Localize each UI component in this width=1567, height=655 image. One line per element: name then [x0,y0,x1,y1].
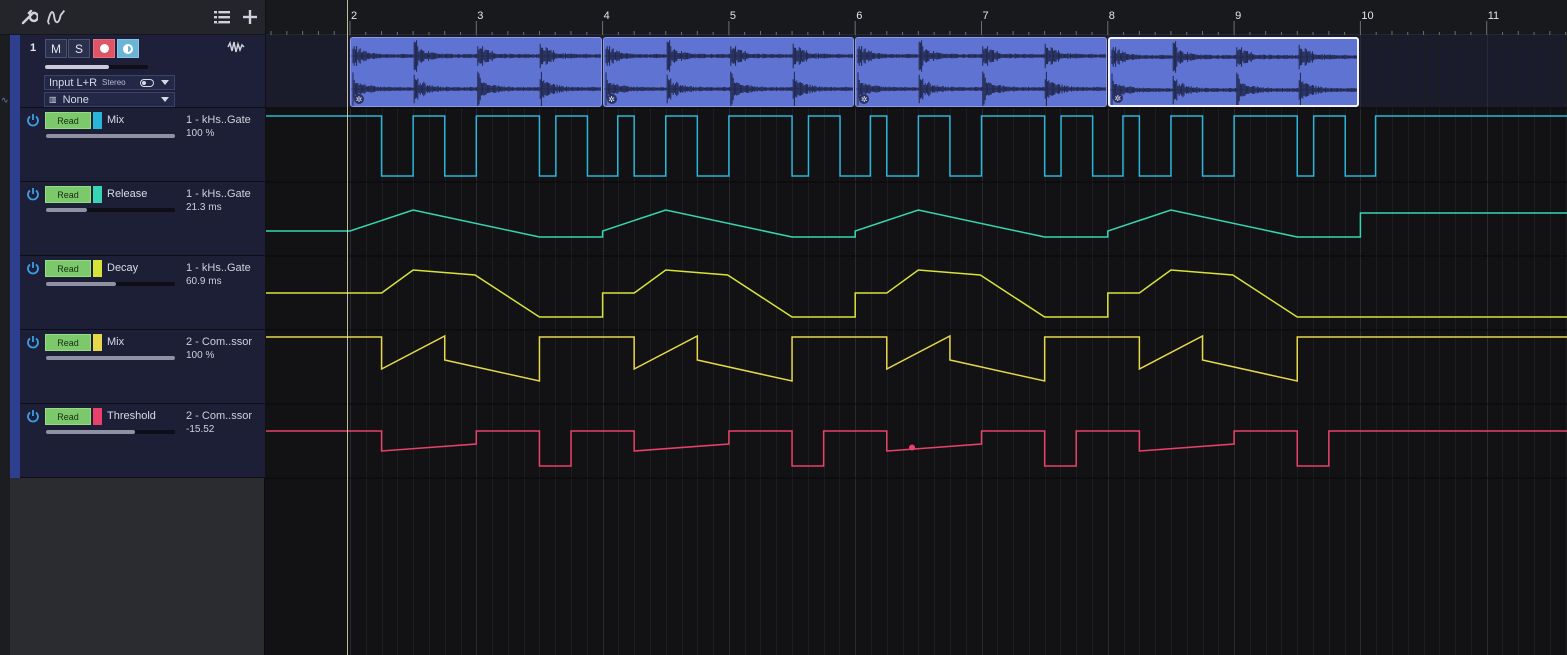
parameter-slider[interactable] [46,134,175,138]
parameter-value: 100 % [186,350,215,361]
chevron-down-icon [161,80,169,85]
power-icon[interactable] [26,113,40,127]
bar-number: 5 [729,10,737,22]
automation-mode-button[interactable]: Read [45,112,91,129]
track-color-bar [10,256,20,330]
mute-button[interactable]: M [45,39,67,58]
parameter-slider-fill [46,134,175,138]
bar-number: 8 [1108,10,1115,22]
plugin-name: 1 - kHs..Gate [186,114,251,126]
parameter-slider-fill [46,208,88,212]
parameter-slider-fill [46,356,175,360]
parameter-slider[interactable] [46,282,175,286]
playhead[interactable] [347,0,348,655]
automation-mode-button[interactable]: Read [45,186,91,203]
record-icon [99,44,109,53]
plugin-name: 1 - kHs..Gate [186,188,251,200]
automation-lane-header[interactable]: Read Decay 1 - kHs..Gate 60.9 ms [10,256,265,330]
parameter-slider[interactable] [46,208,175,212]
track-list-toolbar [0,0,265,35]
automation-mode-button[interactable]: Read [45,260,91,277]
timeline-ruler[interactable]: 2 3 4 5 6 7 8 9 10 11 [266,0,1567,35]
bar-number: 6 [856,10,863,22]
plugin-name: 1 - kHs..Gate [186,262,251,274]
toggle-icon[interactable] [140,79,154,87]
parameter-color-swatch [93,112,102,129]
output-icon: ▥ [49,95,57,104]
parameter-color-swatch [93,260,102,277]
parameter-value: 100 % [186,128,215,139]
output-selector[interactable]: ▥ None [44,92,175,107]
input-format-label: Stereo [102,78,126,87]
volume-slider[interactable] [45,65,148,69]
plugin-name: 2 - Com..ssor [186,336,253,348]
input-selector[interactable]: Input L+R Stereo [44,75,175,90]
waveform-icon[interactable] [227,40,245,56]
automation-point[interactable] [909,444,916,451]
wrench-icon[interactable] [18,6,40,28]
arrangement-view[interactable]: ✲ ✲ ✲ ✲ [266,35,1567,655]
daw-window: ∿ 1 M S Input L+R Stereo ▥ None Read Mix… [0,0,1567,655]
power-icon[interactable] [26,409,40,423]
list-icon[interactable] [211,6,233,28]
parameter-color-swatch [93,334,102,351]
plugin-name: 2 - Com..ssor [186,410,253,422]
track-color-bar [10,404,20,478]
chevron-down-icon [161,97,169,102]
solo-button[interactable]: S [68,39,90,58]
bar-number: 2 [351,10,358,22]
parameter-slider-fill [46,430,135,434]
automation-mode-button[interactable]: Read [45,408,91,425]
parameter-value: -15.52 [186,424,215,435]
bar-number: 4 [603,10,610,22]
track-color-bar [10,108,20,182]
track-strip-edge: ∿ [0,35,10,655]
power-icon[interactable] [26,335,40,349]
parameter-name: Mix [107,114,125,126]
parameter-color-swatch [93,408,102,425]
output-label: None [62,93,89,106]
parameter-name: Mix [107,336,125,348]
track-color-bar [10,35,20,108]
power-icon[interactable] [26,261,40,275]
automation-curve-icon[interactable] [46,6,68,28]
bar-number: 10 [1361,10,1374,22]
parameter-name: Decay [107,262,139,274]
record-arm-button[interactable] [93,39,115,58]
power-icon[interactable] [26,187,40,201]
parameter-name: Release [107,188,148,200]
automation-lane-header[interactable]: Read Threshold 2 - Com..ssor -15.52 [10,404,265,478]
automation-mode-button[interactable]: Read [45,334,91,351]
monitor-button[interactable] [117,39,139,58]
parameter-slider-fill [46,282,116,286]
parameter-slider[interactable] [46,356,175,360]
automation-lane-header[interactable]: Read Mix 1 - kHs..Gate 100 % [10,108,265,182]
bar-number: 9 [1235,10,1242,22]
parameter-slider[interactable] [46,430,175,434]
parameter-name: Threshold [107,410,156,422]
track-color-bar [10,330,20,404]
input-label: Input L+R [49,76,98,89]
track-number: 1 [30,42,37,54]
bar-number: 7 [982,10,989,22]
bar-number: 11 [1487,10,1500,22]
track-color-bar [10,182,20,256]
volume-fill [45,65,109,69]
parameter-value: 21.3 ms [186,202,222,213]
parameter-color-swatch [93,186,102,203]
plus-icon[interactable] [239,6,261,28]
bar-number: 3 [477,10,484,22]
automation-lane-header[interactable]: Read Release 1 - kHs..Gate 21.3 ms [10,182,265,256]
expand-automation-icon[interactable]: ∿ [1,96,9,106]
parameter-value: 60.9 ms [186,276,222,287]
audio-track-header[interactable]: 1 M S Input L+R Stereo ▥ None [10,35,265,108]
monitor-icon [123,43,133,54]
automation-lane-header[interactable]: Read Mix 2 - Com..ssor 100 % [10,330,265,404]
track-list-panel: ∿ 1 M S Input L+R Stereo ▥ None Read Mix… [0,0,265,655]
